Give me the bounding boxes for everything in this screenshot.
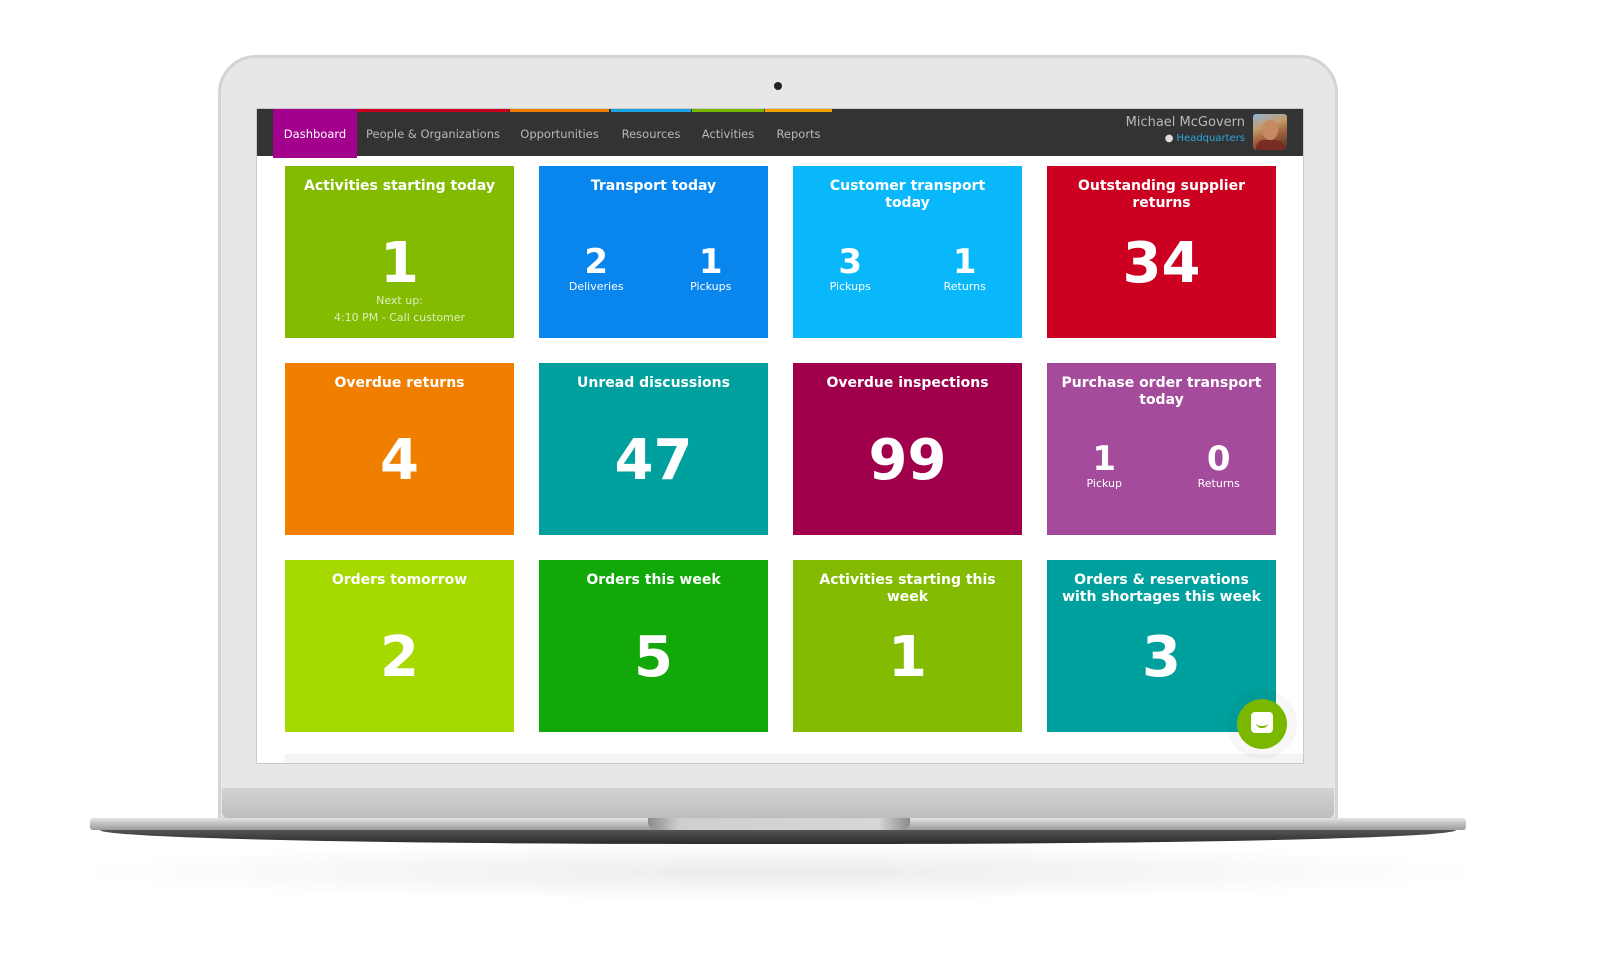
nav-activities[interactable]: Activities xyxy=(692,109,764,156)
nav-label: Opportunities xyxy=(520,127,599,141)
tile-value: 2 xyxy=(380,625,419,690)
metric-value: 0 xyxy=(1206,439,1231,479)
tile-value: 5 xyxy=(634,625,673,690)
nav-stripe xyxy=(692,109,764,112)
tile-value: 34 xyxy=(1122,231,1201,296)
metric-label: Pickups xyxy=(690,280,732,293)
tile-title: Overdue returns xyxy=(334,375,465,391)
user-location[interactable]: ● Headquarters xyxy=(1126,133,1245,144)
tile-value: 3 xyxy=(1142,625,1181,690)
tile-title: Overdue inspections xyxy=(826,375,989,391)
nav-stripe xyxy=(765,109,832,112)
nav-label: Resources xyxy=(621,127,681,141)
tile-pair: 3 Pickups 1 Returns xyxy=(793,244,1022,294)
nav-opportunities[interactable]: Opportunities xyxy=(510,109,609,156)
tile-metric: 1 Returns xyxy=(908,244,1023,294)
tile-title: Transport today xyxy=(590,178,717,194)
tile-title: Activities starting this week xyxy=(819,572,996,605)
top-navigation-bar: Dashboard People & Organizations Opportu… xyxy=(257,109,1303,158)
tile-title: Orders & reservations with shortages thi… xyxy=(1062,572,1261,605)
camera xyxy=(774,82,782,90)
location-label: Headquarters xyxy=(1176,133,1245,144)
tile-title: Customer transport today xyxy=(829,178,986,211)
tile-title: Orders this week xyxy=(586,572,721,588)
laptop-notch xyxy=(648,818,910,830)
nav-people-organizations[interactable]: People & Organizations xyxy=(357,109,509,156)
dashboard-tile[interactable]: Activities starting today 1 Next up: 4:10 P… xyxy=(285,166,514,338)
nav-dashboard[interactable]: Dashboard xyxy=(273,109,357,158)
metric-value: 2 xyxy=(584,242,609,282)
nav-stripe xyxy=(611,109,691,112)
metric-label: Returns xyxy=(1197,477,1240,490)
dashboard-tile[interactable]: Overdue inspections 99 xyxy=(793,363,1022,535)
footer-strip xyxy=(285,754,1303,763)
avatar[interactable] xyxy=(1253,114,1287,150)
dashboard-tile[interactable]: Orders this week 5 xyxy=(539,560,768,732)
dashboard-tile[interactable]: Customer transport today 3 Pickups 1 Returns xyxy=(793,166,1022,338)
map-pin-icon: ● xyxy=(1164,133,1174,144)
nav-resources[interactable]: Resources xyxy=(611,109,691,156)
tile-subtext: 4:10 PM - Call customer xyxy=(333,311,466,324)
tile-pair: 2 Deliveries 1 Pickups xyxy=(539,244,768,294)
laptop-shadow xyxy=(60,842,1500,902)
tile-title: Outstanding supplier returns xyxy=(1077,178,1246,211)
dashboard-tile[interactable]: Transport today 2 Deliveries 1 Pickups xyxy=(539,166,768,338)
chat-button[interactable] xyxy=(1237,699,1287,749)
nav-reports[interactable]: Reports xyxy=(765,109,832,156)
tile-metric: 3 Pickups xyxy=(793,244,908,294)
tile-metric: 1 Pickup xyxy=(1047,441,1162,491)
tile-value: 1 xyxy=(380,231,419,296)
metric-value: 1 xyxy=(698,242,723,282)
metric-label: Returns xyxy=(943,280,986,293)
dashboard-tile[interactable]: Unread discussions 47 xyxy=(539,363,768,535)
dashboard-tile[interactable]: Orders tomorrow 2 xyxy=(285,560,514,732)
chat-smile xyxy=(1256,723,1268,728)
tile-title: Unread discussions xyxy=(577,375,730,391)
tile-title: Activities starting today xyxy=(304,178,495,194)
tile-metric: 0 Returns xyxy=(1162,441,1277,491)
dashboard-tile[interactable]: Activities starting this week 1 xyxy=(793,560,1022,732)
dashboard-tile[interactable]: Outstanding supplier returns 34 xyxy=(1047,166,1276,338)
tile-title: Orders tomorrow xyxy=(331,572,468,588)
metric-value: 1 xyxy=(1092,439,1117,479)
tile-value: 4 xyxy=(380,428,419,493)
avatar-face xyxy=(1262,120,1278,140)
tile-metric: 2 Deliveries xyxy=(539,244,654,294)
nav-stripe xyxy=(510,109,609,112)
app-screen: Dashboard People & Organizations Opportu… xyxy=(256,108,1304,764)
laptop-chin xyxy=(222,788,1334,818)
tile-title: Purchase order transport today xyxy=(1061,375,1262,408)
nav-stripe xyxy=(357,109,509,112)
tile-value: 1 xyxy=(888,625,927,690)
chat-icon xyxy=(1251,712,1273,733)
metric-label: Deliveries xyxy=(568,280,624,293)
user-info[interactable]: Michael McGovern ● Headquarters xyxy=(1126,115,1245,144)
nav-label: Activities xyxy=(701,127,755,141)
tile-value: 47 xyxy=(614,428,693,493)
tile-pair: 1 Pickup 0 Returns xyxy=(1047,441,1276,491)
avatar-shirt xyxy=(1256,140,1284,150)
nav-label: Dashboard xyxy=(283,127,347,141)
user-name: Michael McGovern xyxy=(1125,115,1245,130)
metric-value: 3 xyxy=(838,242,863,282)
tile-subtext: Next up: xyxy=(376,294,423,307)
dashboard-tile[interactable]: Purchase order transport today 1 Pickup 0 Re… xyxy=(1047,363,1276,535)
metric-value: 1 xyxy=(952,242,977,282)
nav-label: Reports xyxy=(776,127,821,141)
dashboard-tile[interactable]: Orders & reservations with shortages thi… xyxy=(1047,560,1276,732)
dashboard-tile[interactable]: Overdue returns 4 xyxy=(285,363,514,535)
metric-label: Pickups xyxy=(829,280,871,293)
tile-value: 99 xyxy=(868,428,947,493)
tile-metric: 1 Pickups xyxy=(654,244,769,294)
nav-label: People & Organizations xyxy=(366,127,500,141)
metric-label: Pickup xyxy=(1086,477,1122,490)
